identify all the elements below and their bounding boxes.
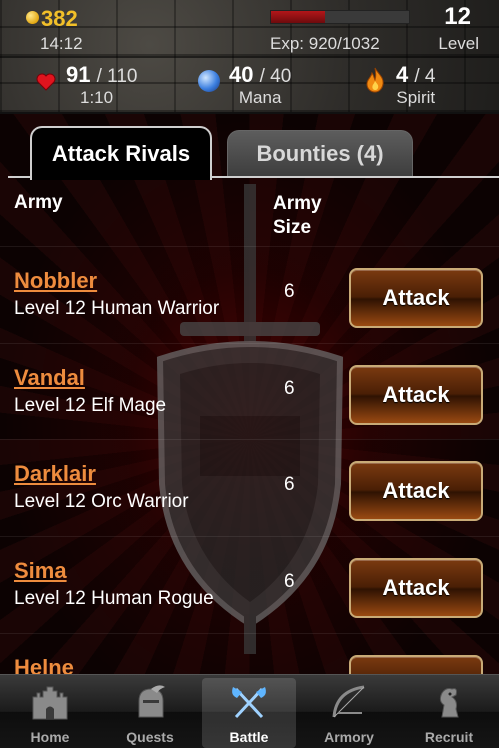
attack-button[interactable]: Attack	[349, 558, 483, 618]
tabbar-item-armory[interactable]: Armory	[302, 675, 396, 748]
experience-text: Exp: 920/1032	[270, 34, 380, 53]
attack-button[interactable]: Attack	[349, 268, 483, 328]
spirit-max: / 4	[414, 66, 436, 87]
column-header-army: Army	[14, 192, 63, 213]
experience-bar-fill	[271, 11, 325, 23]
column-header-army-size-line2: Size	[273, 217, 312, 238]
tab-strip: Attack Rivals Bounties (4)	[0, 114, 499, 180]
mana-max: / 40	[259, 66, 292, 87]
tabbar-item-home[interactable]: Home	[3, 675, 97, 748]
mana-value: 40	[229, 62, 254, 87]
rival-army-size: 6	[284, 474, 295, 495]
rival-name-link[interactable]: Helne	[14, 655, 74, 674]
rival-row: Vandal Level 12 Elf Mage 6 Attack	[0, 343, 499, 440]
castle-icon	[32, 686, 68, 720]
tabbar-item-recruit[interactable]: Recruit	[402, 675, 496, 748]
crossed-axes-icon	[232, 687, 266, 719]
tabbar-label: Armory	[324, 729, 374, 745]
tab-bounties[interactable]: Bounties (4)	[227, 130, 413, 176]
rival-army-size: 6	[284, 571, 295, 592]
level-label: Level	[438, 34, 479, 53]
attack-button[interactable]: Attack	[349, 365, 483, 425]
level-value: 12	[444, 3, 471, 30]
tabbar-label: Quests	[126, 729, 174, 745]
tabbar-label: Home	[30, 729, 70, 745]
health-stat: 91 / 110 1:10	[66, 62, 137, 108]
rival-army-size: 6	[284, 378, 295, 399]
rival-name-link[interactable]: Sima	[14, 558, 67, 584]
health-max: / 110	[96, 66, 138, 87]
tabbar-label: Recruit	[424, 729, 474, 745]
health-value: 91	[66, 62, 91, 87]
rival-row: Helne	[0, 633, 499, 674]
rival-row: Darklair Level 12 Orc Warrior 6 Attack	[0, 439, 499, 536]
rival-description: Level 12 Orc Warrior	[14, 491, 189, 512]
flame-icon	[366, 67, 384, 93]
gold-value: 382	[41, 6, 78, 31]
mana-stat: 40 / 40 Mana	[229, 62, 291, 108]
tabbar-label: Battle	[229, 729, 269, 745]
rival-description: Level 12 Human Rogue	[14, 588, 214, 609]
gold-timer: 14:12	[40, 34, 83, 53]
spirit-label: Spirit	[396, 88, 436, 107]
attack-button[interactable]: Attack	[349, 461, 483, 521]
rival-description: Level 12 Elf Mage	[14, 395, 167, 416]
status-header: 382 14:12 Exp: 920/1032 12 Level 91 / 11…	[0, 0, 499, 114]
mana-orb-icon	[198, 70, 220, 92]
spirit-value: 4	[396, 62, 409, 87]
rival-row: Sima Level 12 Human Rogue 6 Attack	[0, 536, 499, 633]
rival-name-link[interactable]: Vandal	[14, 365, 85, 391]
rival-name-link[interactable]: Darklair	[14, 461, 96, 487]
rival-description: Level 12 Human Warrior	[14, 298, 220, 319]
knight-helmet-icon	[138, 685, 165, 718]
bow-icon	[332, 685, 365, 718]
rival-row: Nobbler Level 12 Human Warrior 6 Attack	[0, 246, 499, 343]
tab-attack-rivals[interactable]: Attack Rivals	[30, 126, 212, 180]
gold-counter: 382	[26, 6, 78, 32]
rival-name-link[interactable]: Nobbler	[14, 268, 97, 294]
experience-bar	[270, 10, 410, 24]
tabbar-item-battle[interactable]: Battle	[202, 678, 296, 748]
health-timer: 1:10	[80, 88, 114, 107]
attack-button[interactable]	[349, 655, 483, 674]
bottom-tab-bar: Home Quests Battle Armory Recruit	[0, 674, 499, 748]
column-header-army-size: Army Size	[273, 192, 322, 240]
tabbar-item-quests[interactable]: Quests	[103, 675, 197, 748]
spirit-stat: 4 / 4 Spirit	[396, 62, 436, 108]
column-header-army-size-line1: Army	[273, 193, 322, 214]
battle-panel: Attack Rivals Bounties (4) Army Army Siz…	[0, 114, 499, 674]
rival-army-size: 6	[284, 281, 295, 302]
gold-coin-icon	[26, 11, 39, 24]
mana-label: Mana	[238, 88, 282, 107]
griffin-crest-icon	[439, 688, 459, 718]
heart-icon	[36, 73, 56, 91]
